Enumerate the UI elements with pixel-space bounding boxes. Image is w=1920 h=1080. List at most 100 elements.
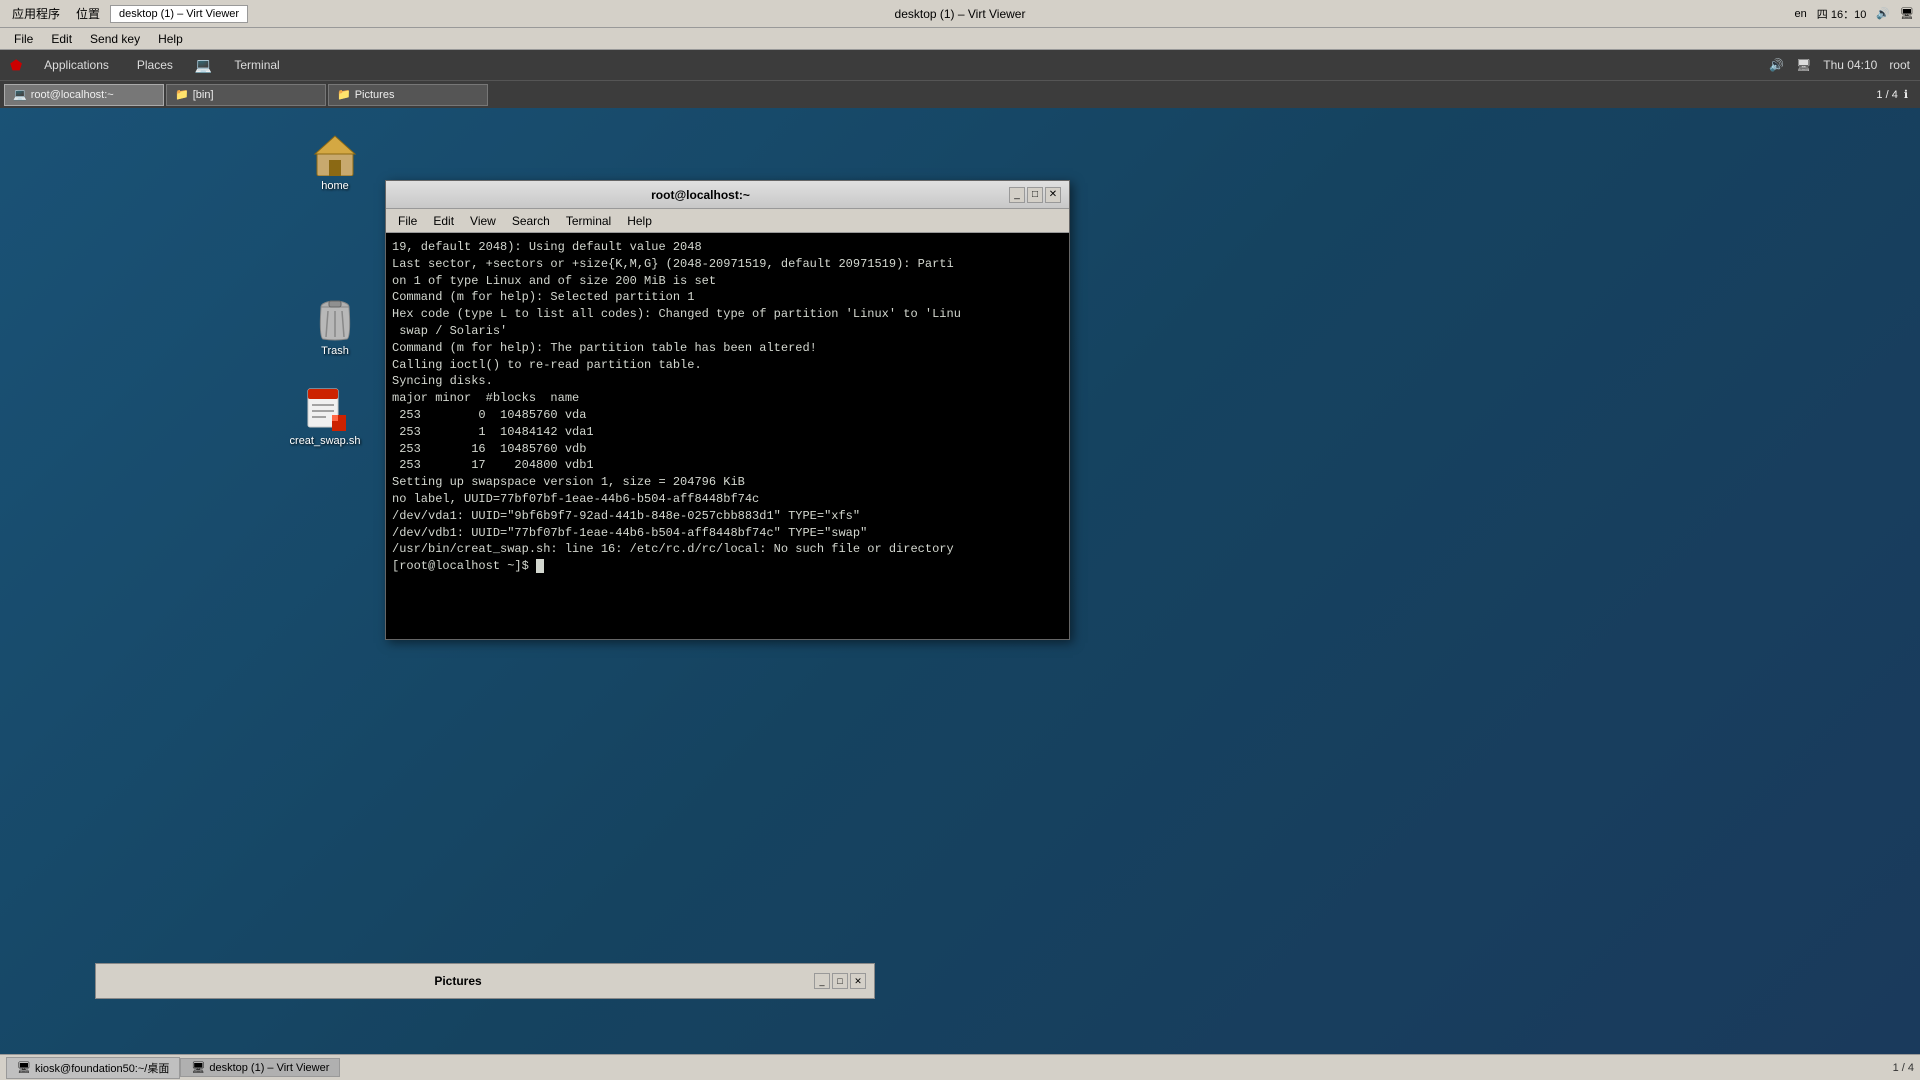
terminal-edit-menu[interactable]: Edit bbox=[427, 212, 460, 230]
terminal-view-menu[interactable]: View bbox=[464, 212, 502, 230]
terminal-line: 253 1 10484142 vda1 bbox=[392, 424, 1063, 441]
host-sendkey-menu[interactable]: Send key bbox=[82, 30, 148, 48]
terminal-line: 253 0 10485760 vda bbox=[392, 407, 1063, 424]
home-icon bbox=[311, 130, 359, 178]
terminal-line: Hex code (type L to list all codes): Cha… bbox=[392, 306, 1063, 323]
terminal-line: Syncing disks. bbox=[392, 373, 1063, 390]
host-task-kiosk-label: kiosk@foundation50:~/桌面 bbox=[35, 1060, 169, 1076]
host-task-virt[interactable]: 🖥 desktop (1) – Virt Viewer bbox=[180, 1058, 340, 1077]
vm-applications-menu[interactable]: Applications bbox=[38, 56, 115, 74]
vm-display: ⬟ Applications Places 💻 Terminal 🔊 🖥 Thu… bbox=[0, 50, 1920, 1054]
terminal-line: /dev/vdb1: UUID="77bf07bf-1eae-44b6-b504… bbox=[392, 525, 1063, 542]
host-bottombar: 🖥 kiosk@foundation50:~/桌面 🖥 desktop (1) … bbox=[0, 1054, 1920, 1080]
host-topbar-right: en 四 16：10 🔊 🖥 bbox=[1795, 6, 1914, 22]
vm-places-menu[interactable]: Places bbox=[131, 56, 179, 74]
terminal-line: Command (m for help): Selected partition… bbox=[392, 289, 1063, 306]
terminal-minimize-btn[interactable]: _ bbox=[1009, 187, 1025, 203]
locale-indicator: en bbox=[1795, 8, 1807, 20]
vm-volume-icon[interactable]: 🔊 bbox=[1769, 58, 1784, 72]
trash-icon bbox=[311, 295, 359, 343]
pictures-maximize-btn[interactable]: □ bbox=[832, 973, 848, 989]
host-menubar: File Edit Send key Help bbox=[0, 28, 1920, 50]
terminal-line: swap / Solaris' bbox=[392, 323, 1063, 340]
host-file-menu[interactable]: File bbox=[6, 30, 41, 48]
terminal-line: major minor #blocks name bbox=[392, 390, 1063, 407]
terminal-line: /dev/vda1: UUID="9bf6b9f7-92ad-441b-848e… bbox=[392, 508, 1063, 525]
display-icon[interactable]: 🖥 bbox=[1900, 7, 1914, 20]
terminal-menubar: File Edit View Search Terminal Help bbox=[386, 209, 1069, 233]
vm-taskbar: 💻 root@localhost:~ 📁 [bin] 📁 Pictures 1 … bbox=[0, 80, 1920, 108]
volume-icon[interactable]: 🔊 bbox=[1876, 7, 1890, 20]
terminal-line: Setting up swapspace version 1, size = 2… bbox=[392, 474, 1063, 491]
terminal-line: Command (m for help): The partition tabl… bbox=[392, 340, 1063, 357]
taskbar-bin-label: [bin] bbox=[193, 89, 214, 101]
vm-display-icon[interactable]: 🖥 bbox=[1796, 58, 1811, 72]
host-task-kiosk-icon: 🖥 bbox=[17, 1061, 31, 1074]
host-help-menu[interactable]: Help bbox=[150, 30, 191, 48]
terminal-icon-topbar: 💻 bbox=[195, 57, 212, 74]
pictures-minimize-btn[interactable]: _ bbox=[814, 973, 830, 989]
pictures-close-btn[interactable]: ✕ bbox=[850, 973, 866, 989]
terminal-title: root@localhost:~ bbox=[394, 188, 1007, 202]
host-task-virt-label: desktop (1) – Virt Viewer bbox=[209, 1062, 329, 1074]
host-topbar: 应用程序 位置 desktop (1) – Virt Viewer deskto… bbox=[0, 0, 1920, 28]
pictures-window: Pictures _ □ ✕ bbox=[95, 963, 875, 999]
terminal-line: 253 16 10485760 vdb bbox=[392, 441, 1063, 458]
host-app-menu-item[interactable]: 应用程序 bbox=[6, 3, 66, 24]
vm-topbar: ⬟ Applications Places 💻 Terminal 🔊 🖥 Thu… bbox=[0, 50, 1920, 80]
host-page-indicator: 1 / 4 bbox=[1893, 1062, 1914, 1074]
host-task-kiosk[interactable]: 🖥 kiosk@foundation50:~/桌面 bbox=[6, 1057, 180, 1079]
host-edit-menu[interactable]: Edit bbox=[43, 30, 80, 48]
terminal-cursor bbox=[536, 559, 544, 573]
vm-terminal-menu[interactable]: Terminal bbox=[228, 56, 285, 74]
terminal-line: no label, UUID=77bf07bf-1eae-44b6-b504-a… bbox=[392, 491, 1063, 508]
desktop-icon-home[interactable]: home bbox=[295, 130, 375, 192]
taskbar-terminal-label: root@localhost:~ bbox=[31, 89, 114, 101]
desktop-icon-script[interactable]: creat_swap.sh bbox=[285, 385, 365, 447]
terminal-titlebar: root@localhost:~ _ □ ✕ bbox=[386, 181, 1069, 209]
terminal-body[interactable]: 19, default 2048): Using default value 2… bbox=[386, 233, 1069, 639]
host-app-menu: 应用程序 位置 desktop (1) – Virt Viewer bbox=[6, 3, 1795, 24]
terminal-terminal-menu[interactable]: Terminal bbox=[560, 212, 617, 230]
terminal-file-menu[interactable]: File bbox=[392, 212, 423, 230]
host-position-menu-item[interactable]: 位置 bbox=[70, 3, 106, 24]
taskbar-info-icon[interactable]: ℹ bbox=[1904, 88, 1908, 101]
vm-topbar-right: 🔊 🖥 Thu 04:10 root bbox=[1769, 58, 1910, 72]
terminal-line: Last sector, +sectors or +size{K,M,G} (2… bbox=[392, 256, 1063, 273]
desktop-icon-trash[interactable]: Trash bbox=[295, 295, 375, 357]
virt-viewer-app: 应用程序 位置 desktop (1) – Virt Viewer deskto… bbox=[0, 0, 1920, 1080]
taskbar-bin-icon: 📁 bbox=[175, 88, 189, 101]
script-icon bbox=[301, 385, 349, 433]
host-active-window[interactable]: desktop (1) – Virt Viewer bbox=[110, 5, 248, 23]
terminal-line: /usr/bin/creat_swap.sh: line 16: /etc/rc… bbox=[392, 541, 1063, 558]
terminal-line: Calling ioctl() to re-read partition tab… bbox=[392, 357, 1063, 374]
terminal-line: on 1 of type Linux and of size 200 MiB i… bbox=[392, 273, 1063, 290]
terminal-close-btn[interactable]: ✕ bbox=[1045, 187, 1061, 203]
script-icon-label: creat_swap.sh bbox=[290, 435, 361, 447]
terminal-line: 19, default 2048): Using default value 2… bbox=[392, 239, 1063, 256]
vm-user: root bbox=[1889, 58, 1910, 72]
terminal-line: 253 17 204800 vdb1 bbox=[392, 457, 1063, 474]
pictures-title: Pictures bbox=[104, 974, 812, 988]
home-icon-label: home bbox=[321, 180, 349, 192]
host-bottombar-right: 1 / 4 bbox=[1893, 1062, 1914, 1074]
taskbar-item-terminal[interactable]: 💻 root@localhost:~ bbox=[4, 84, 164, 106]
fedora-icon: ⬟ bbox=[10, 57, 22, 74]
trash-icon-label: Trash bbox=[321, 345, 349, 357]
terminal-search-menu[interactable]: Search bbox=[506, 212, 556, 230]
host-task-virt-icon: 🖥 bbox=[191, 1061, 205, 1074]
vm-clock: Thu 04:10 bbox=[1823, 58, 1877, 72]
taskbar-pictures-icon: 📁 bbox=[337, 88, 351, 101]
terminal-maximize-btn[interactable]: □ bbox=[1027, 187, 1043, 203]
vm-desktop: home Trash bbox=[0, 80, 1920, 1054]
taskbar-item-pictures[interactable]: 📁 Pictures bbox=[328, 84, 488, 106]
taskbar-right: 1 / 4 ℹ bbox=[1876, 88, 1916, 101]
taskbar-terminal-icon: 💻 bbox=[13, 88, 27, 101]
taskbar-page-indicator: 1 / 4 bbox=[1876, 89, 1897, 101]
clock: 四 16：10 bbox=[1817, 6, 1867, 22]
taskbar-pictures-label: Pictures bbox=[355, 89, 395, 101]
terminal-help-menu[interactable]: Help bbox=[621, 212, 658, 230]
terminal-line: [root@localhost ~]$ bbox=[392, 558, 1063, 575]
taskbar-item-bin[interactable]: 📁 [bin] bbox=[166, 84, 326, 106]
terminal-window: root@localhost:~ _ □ ✕ File Edit View Se… bbox=[385, 180, 1070, 640]
